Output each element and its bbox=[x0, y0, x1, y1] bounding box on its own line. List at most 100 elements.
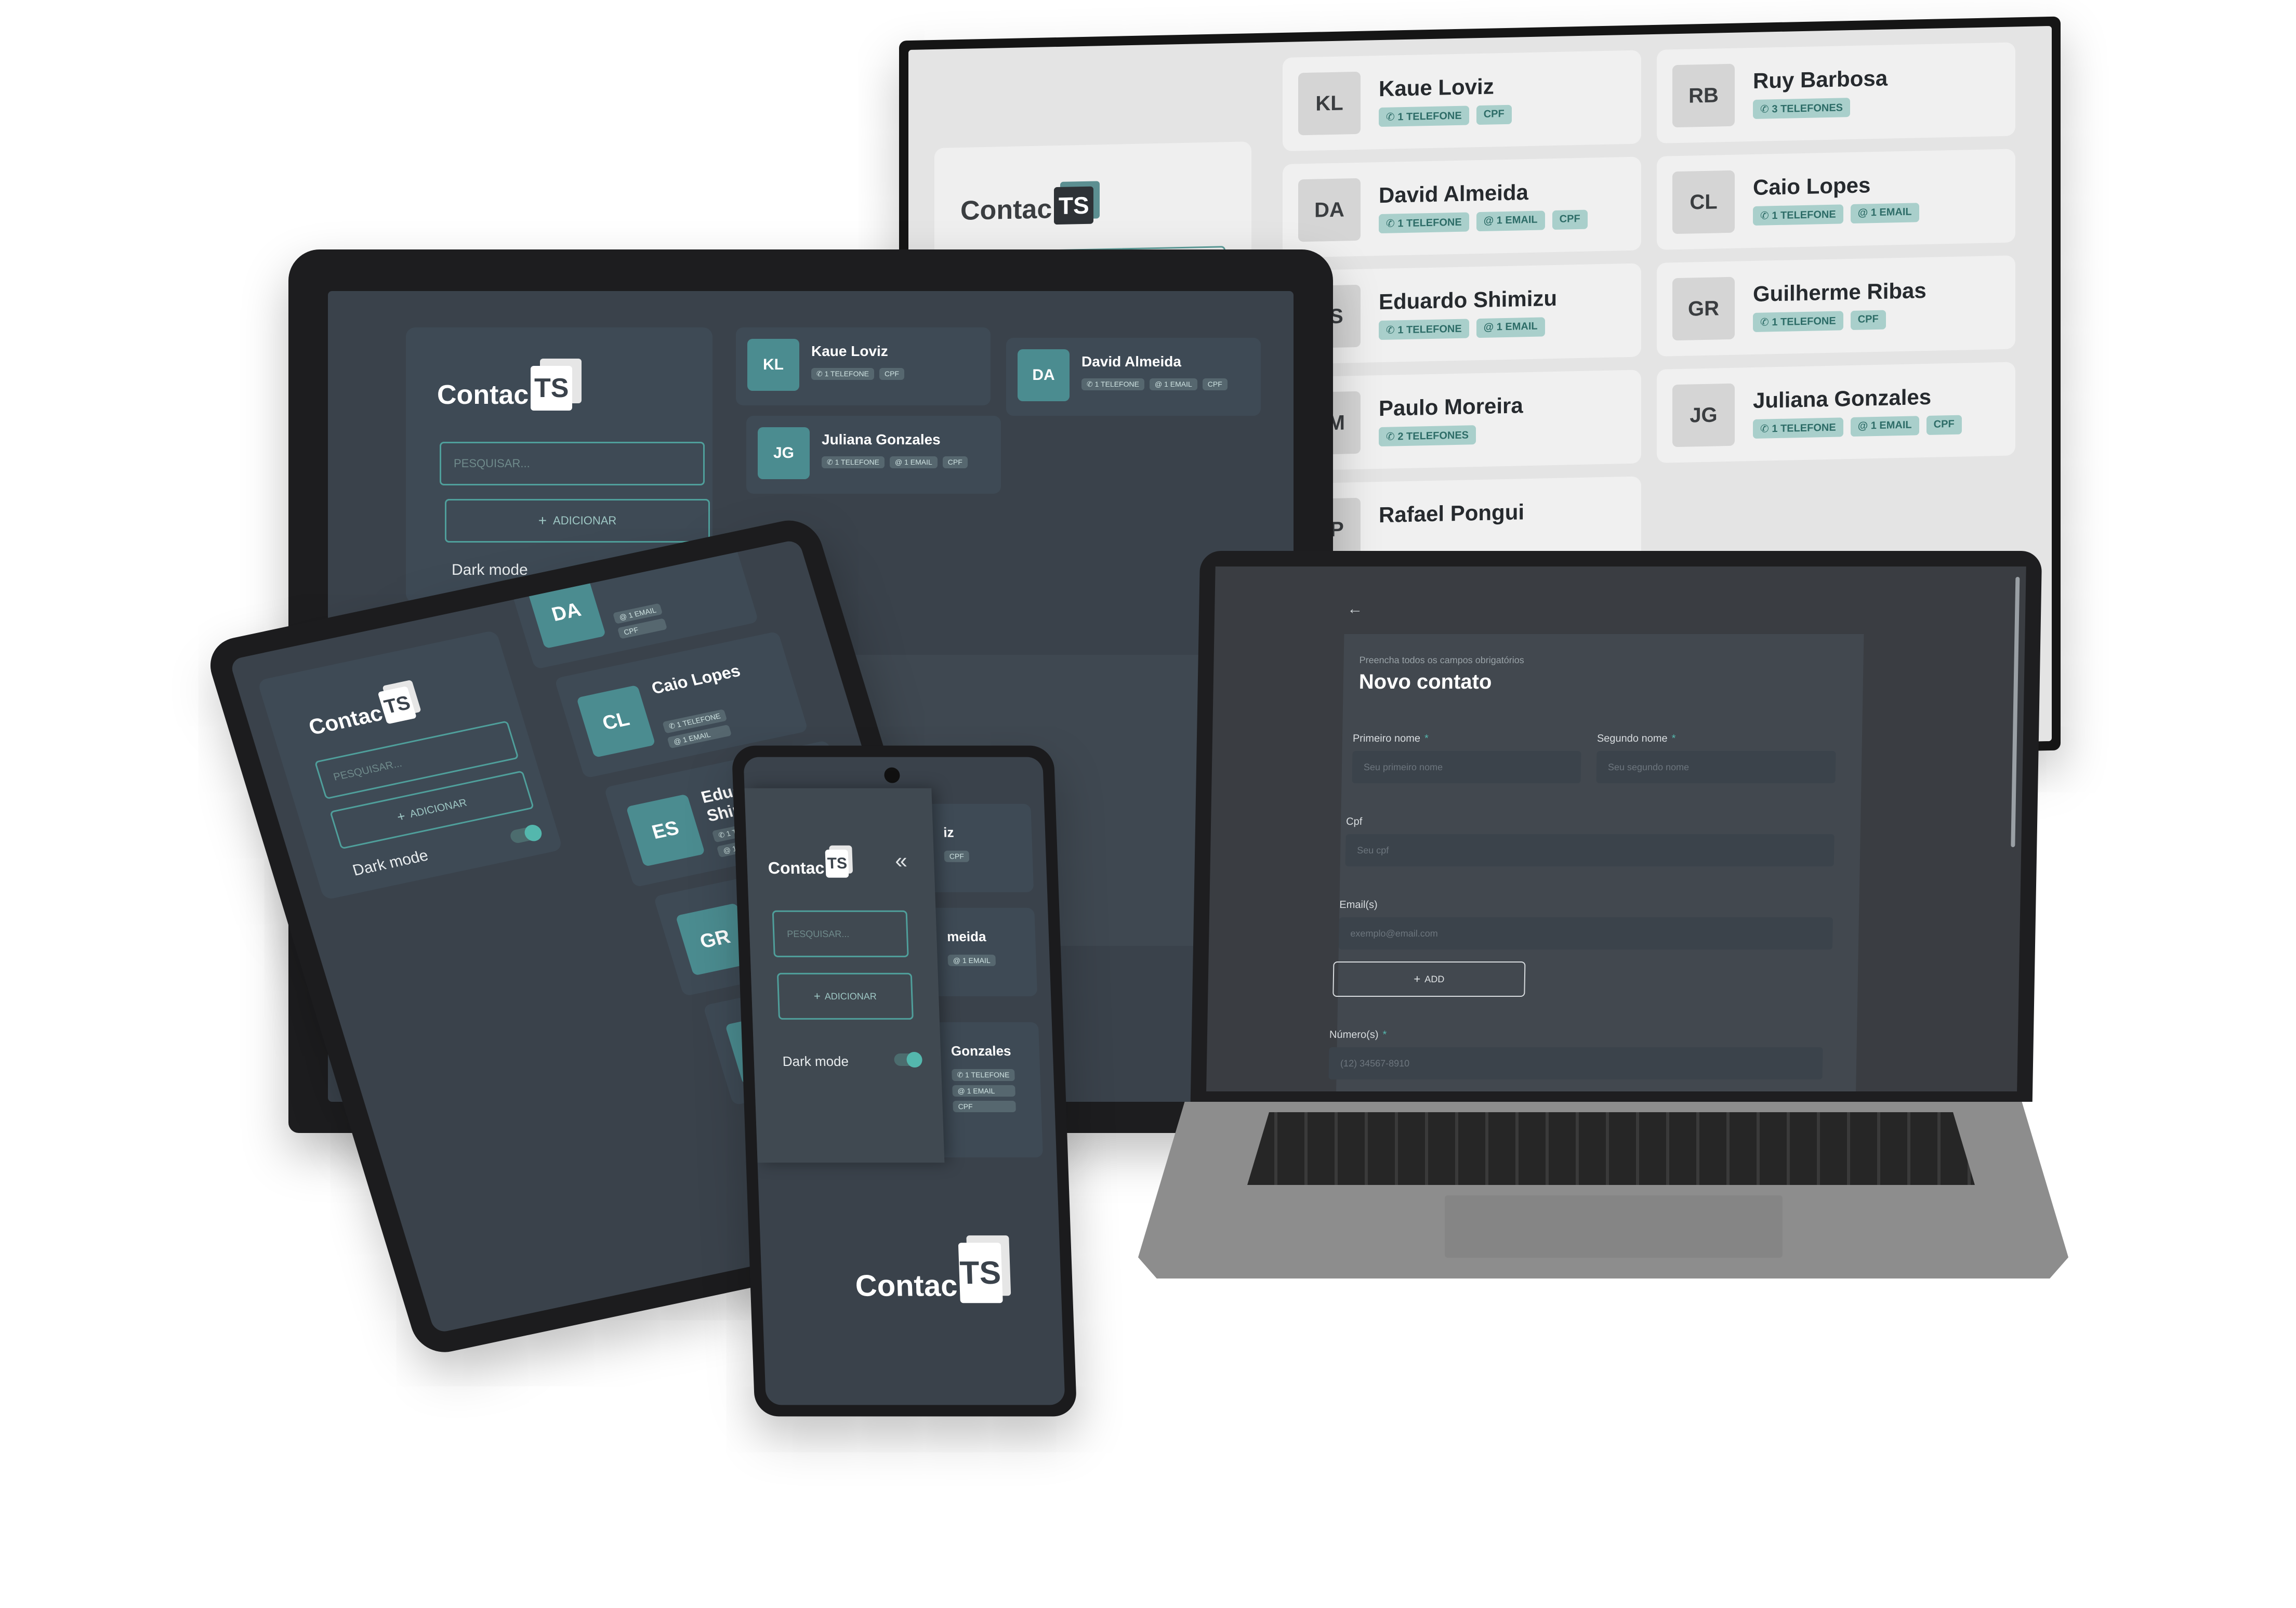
phone-search-input[interactable]: PESQUISAR... bbox=[772, 910, 909, 957]
second-name-input[interactable]: Seu segundo nome bbox=[1596, 751, 1836, 783]
tag-chip-label: CPF bbox=[1559, 213, 1580, 225]
contact-tags: ✆ 3 TELEFONES bbox=[1753, 98, 1851, 119]
tag-chip: ✆ 1 TELEFONE bbox=[1379, 106, 1469, 127]
phone-icon: ✆ bbox=[1386, 218, 1398, 230]
tag-chip-label: 1 TELEFONE bbox=[824, 370, 869, 378]
contact-card[interactable]: PMPaulo Moreira✆ 2 TELEFONES bbox=[1283, 370, 1641, 471]
tag-chip: CPF bbox=[944, 850, 970, 862]
tag-chip-label: CPF bbox=[1207, 380, 1222, 388]
first-name-label: Primeiro nome * bbox=[1352, 733, 1429, 744]
plus-icon: + bbox=[813, 989, 821, 1003]
tag-chip-label: CPF bbox=[949, 852, 965, 861]
tag-chip: CPF bbox=[1202, 378, 1228, 390]
tag-chip: ✆ 1 TELEFONE bbox=[1379, 212, 1469, 234]
phone-icon: ✆ bbox=[1386, 324, 1398, 336]
new-contact-form: Preencha todos os campos obrigatórios No… bbox=[1328, 634, 1864, 1091]
tag-chip-label: 1 TELEFONE bbox=[1772, 208, 1836, 222]
add-email-button[interactable]: + ADD bbox=[1332, 961, 1526, 997]
contact-tags: ✆ 1 TELEFONE CPF bbox=[811, 368, 904, 380]
contact-card[interactable]: DA David Almeida ✆ 1 TELEFONE @ 1 EMAIL CPF bbox=[1006, 338, 1261, 416]
phone-dark-mode-toggle[interactable] bbox=[894, 1051, 923, 1067]
tag-chip-label: CPF bbox=[947, 458, 962, 466]
desktop-logo: Contac TS bbox=[437, 359, 582, 411]
tag-chip: CPF bbox=[1926, 415, 1962, 436]
contact-name: David Almeida bbox=[1379, 180, 1528, 208]
contact-avatar: DA bbox=[1298, 178, 1361, 242]
phone-icon: ✆ bbox=[1760, 103, 1772, 115]
email-icon: @ bbox=[1857, 420, 1871, 432]
tag-chip: @ 1 EMAIL bbox=[952, 1085, 1015, 1097]
collapse-drawer-icon[interactable]: « bbox=[894, 848, 907, 873]
contact-tags: ✆ 1 TELEFONE CPF bbox=[1753, 310, 1886, 332]
phone-icon: ✆ bbox=[957, 1070, 966, 1079]
tablet-sidebar: Contac TS PESQUISAR... + ADICIONAR Dark … bbox=[257, 630, 563, 901]
logo-mark-icon: TS bbox=[531, 359, 582, 411]
tag-chip-label: CPF bbox=[623, 625, 640, 637]
phone-icon: ✆ bbox=[1087, 380, 1095, 388]
plus-icon: + bbox=[538, 512, 547, 529]
phone-icon: ✆ bbox=[1386, 431, 1398, 443]
monitor-logo: Contac TS bbox=[960, 181, 1100, 227]
contact-tags: ✆ 1 TELEFONE @ 1 EMAIL CPF bbox=[822, 456, 968, 468]
tag-chip: CPF bbox=[1476, 104, 1512, 125]
tag-chip: ✆ 1 TELEFONE bbox=[1753, 204, 1843, 226]
contact-card[interactable]: KL Kaue Loviz ✆ 1 TELEFONE CPF bbox=[736, 327, 991, 405]
second-name-label: Segundo nome * bbox=[1596, 733, 1676, 744]
laptop-touchpad[interactable] bbox=[1445, 1195, 1783, 1258]
tag-chip: ✆ 1 TELEFONE bbox=[811, 368, 874, 380]
tag-chip: CPF bbox=[953, 1101, 1016, 1113]
tablet-dark-mode-label: Dark mode bbox=[350, 847, 430, 879]
laptop-scrollbar[interactable] bbox=[2011, 577, 2020, 847]
tag-chip: @ 1 EMAIL bbox=[1476, 210, 1545, 232]
tag-chip-label: 3 TELEFONES bbox=[1772, 102, 1843, 115]
contact-name: Juliana Gonzales bbox=[822, 431, 941, 447]
contact-card[interactable]: CL Caio Lopes ✆ 1 TELEFONE @ 1 EMAIL bbox=[1657, 149, 2015, 250]
tag-chip-label: 1 TELEFONE bbox=[676, 711, 722, 729]
desktop-add-button[interactable]: + ADICIONAR bbox=[445, 499, 710, 543]
desktop-search-input[interactable]: PESQUISAR... bbox=[440, 442, 705, 485]
contact-card[interactable]: ESEduardo Shimizu✆ 1 TELEFONE@ 1 EMAIL bbox=[1283, 263, 1641, 364]
phone-icon: ✆ bbox=[1760, 423, 1772, 435]
contact-name: Kaue Loviz bbox=[811, 343, 888, 359]
back-arrow-icon[interactable]: ← bbox=[1347, 600, 1363, 618]
contact-card[interactable]: RB Ruy Barbosa ✆ 3 TELEFONES bbox=[1657, 42, 2015, 143]
contact-name: Juliana Gonzales bbox=[1753, 384, 1932, 413]
plus-icon: + bbox=[394, 808, 407, 825]
tag-chip-label: 1 EMAIL bbox=[1870, 419, 1912, 432]
tag-chip-label: CPF bbox=[1857, 313, 1879, 325]
tag-chip: ✆ 1 TELEFONE bbox=[1379, 319, 1469, 340]
contact-name: Guilherme Ribas bbox=[1753, 278, 1926, 306]
contact-card[interactable]: DA David Almeida ✆ 1 TELEFONE @ 1 EMAIL CPF bbox=[1283, 156, 1641, 258]
contact-card[interactable]: JG Juliana Gonzales ✆ 1 TELEFONE @ 1 EMAIL C… bbox=[746, 416, 1001, 494]
email-icon: @ bbox=[1154, 380, 1165, 388]
contact-card[interactable]: JG Juliana Gonzales ✆ 1 TELEFONE @ 1 EMAIL C… bbox=[1657, 362, 2015, 463]
tag-chip-label: 1 TELEFONE bbox=[1397, 110, 1462, 123]
tag-chip: ✆ 2 TELEFONES bbox=[1379, 425, 1476, 447]
cpf-input[interactable]: Seu cpf bbox=[1345, 834, 1835, 866]
email-input[interactable]: exemplo@email.com bbox=[1338, 917, 1833, 950]
contact-name: meida bbox=[946, 928, 986, 944]
tag-chip-label: 1 EMAIL bbox=[681, 730, 711, 744]
first-name-input[interactable]: Seu primeiro nome bbox=[1352, 751, 1581, 783]
tag-chip-label: 1 TELEFONE bbox=[1772, 315, 1836, 328]
contact-name: David Almeida bbox=[1081, 353, 1181, 370]
number-input[interactable]: (12) 34567-8910 bbox=[1328, 1047, 1823, 1079]
email-icon: @ bbox=[1483, 215, 1497, 227]
contact-name: Rafael Pongui bbox=[1379, 499, 1525, 528]
phone-add-button[interactable]: + ADICIONAR bbox=[776, 972, 914, 1020]
phone-logo: Contac TS bbox=[767, 845, 853, 878]
phone-icon: ✆ bbox=[1760, 210, 1772, 222]
form-subtitle: Preencha todos os campos obrigatórios bbox=[1359, 655, 1524, 665]
contact-tags: ✆ 1 TELEFONE @ 1 EMAIL bbox=[1753, 203, 1919, 226]
contact-tags: ✆ 1 TELEFONE @ 1 EMAIL CPF bbox=[1081, 378, 1228, 390]
contact-tags: ✆ 1 TELEFONE @ 1 EMAIL CPF bbox=[1753, 415, 1962, 439]
tag-chip: @ 1 EMAIL bbox=[889, 456, 938, 468]
tablet-dark-mode-toggle[interactable] bbox=[509, 823, 544, 845]
contact-avatar: DA bbox=[1018, 349, 1070, 401]
tag-chip: ✆ 1 TELEFONE bbox=[1081, 378, 1144, 390]
contact-card[interactable]: KL Kaue Loviz ✆ 1 TELEFONE CPF bbox=[1283, 50, 1641, 151]
contact-tags: ✆ 1 TELEFONE @ 1 EMAIL bbox=[1379, 317, 1545, 340]
tag-chip: @ 1 EMAIL bbox=[947, 954, 996, 966]
tag-chip-label: CPF bbox=[884, 370, 899, 378]
contact-card[interactable]: GR Guilherme Ribas ✆ 1 TELEFONE CPF bbox=[1657, 255, 2015, 357]
